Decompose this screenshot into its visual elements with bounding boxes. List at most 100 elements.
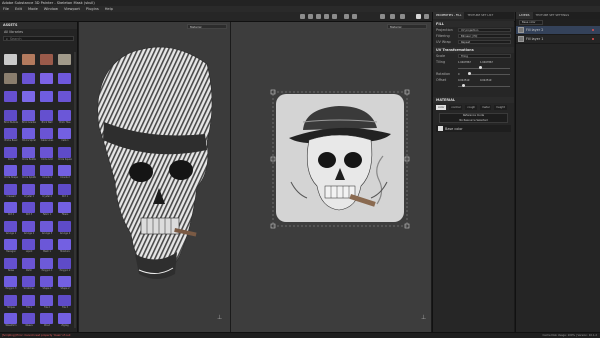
asset-tile[interactable]: Waveform xyxy=(4,313,18,328)
asset-tile[interactable]: Clouds 2 xyxy=(58,165,72,180)
asset-tile[interactable]: Grunge 4 xyxy=(58,220,72,236)
asset-tile[interactable]: Dirt 3 xyxy=(22,202,36,217)
material-row[interactable]: Base color xyxy=(436,125,511,132)
rotation-value[interactable]: 0 xyxy=(458,73,468,76)
asset-tile[interactable]: Tile 3 xyxy=(58,294,72,310)
menu-item-viewport[interactable]: Viewport xyxy=(64,7,80,11)
asset-tile[interactable]: Fabric 1 xyxy=(40,202,54,217)
asset-tile[interactable]: Clouds 1 xyxy=(40,165,54,180)
asset-tile[interactable] xyxy=(58,54,72,69)
eraser-icon[interactable] xyxy=(308,14,313,19)
channel-tab-rough[interactable]: rough xyxy=(465,105,478,110)
menu-item-window[interactable]: Window xyxy=(44,7,58,11)
asset-tile[interactable]: Cable Lines xyxy=(40,128,54,143)
select-icon[interactable] xyxy=(344,14,349,19)
picker-icon[interactable] xyxy=(352,14,357,19)
asset-tile[interactable]: Mesh 1 xyxy=(40,239,54,254)
channel-tab-color[interactable]: color xyxy=(436,105,447,110)
rotation-slider-knob[interactable] xyxy=(468,72,471,75)
asset-tile[interactable] xyxy=(22,91,36,106)
asset-tile[interactable]: Polygon 3 xyxy=(4,276,18,291)
asset-tile[interactable]: Circle Shape xyxy=(4,165,18,180)
library-selector[interactable]: All libraries xyxy=(0,29,77,35)
asset-tile[interactable]: Shape 2 xyxy=(58,276,72,291)
menu-item-file[interactable]: File xyxy=(3,7,9,11)
asset-tile[interactable] xyxy=(58,91,72,106)
offset-slider-knob[interactable] xyxy=(462,84,466,87)
asset-tile[interactable] xyxy=(22,72,36,88)
asset-tile[interactable]: Brick Tiles xyxy=(58,109,72,125)
asset-tile[interactable] xyxy=(40,72,54,88)
asset-tile[interactable]: Dirt 1 xyxy=(58,183,72,199)
view-mode-icon[interactable] xyxy=(390,14,395,19)
asset-tile[interactable]: Perlin xyxy=(22,257,36,273)
offset-v-value[interactable]: 0.022519 xyxy=(480,79,502,82)
asset-tile[interactable]: Zigzag xyxy=(58,313,72,328)
asset-tile[interactable]: Polygon 2 xyxy=(58,257,72,273)
asset-tile[interactable]: Moisture xyxy=(58,239,72,254)
asset-tile[interactable]: Circle Square xyxy=(58,146,72,162)
asset-tile[interactable]: Polygon 1 xyxy=(40,257,54,273)
layer-item[interactable]: Fill layer 1 xyxy=(516,35,600,44)
asset-tile[interactable]: Dirt 2 xyxy=(4,202,18,217)
tab-properties-fill[interactable]: PROPERTIES - FILL xyxy=(433,12,465,19)
menu-item-mode[interactable]: Mode xyxy=(28,7,38,11)
asset-tile[interactable] xyxy=(4,72,18,88)
rotation-slider[interactable] xyxy=(468,72,510,75)
status-error-message[interactable]: [Scripting] Error: Cannot read property … xyxy=(2,334,70,337)
layer-item[interactable]: Fill layer 2 xyxy=(516,26,600,35)
asset-tile[interactable]: Stripes xyxy=(4,294,18,310)
asset-tile[interactable]: Circle Bubbles xyxy=(22,146,36,162)
asset-tile[interactable] xyxy=(58,72,72,88)
asset-tile[interactable]: Fibers xyxy=(58,202,72,217)
settings-icon[interactable] xyxy=(424,14,429,19)
asset-tile[interactable]: Tile 1 xyxy=(22,294,36,310)
asset-tile[interactable]: Brick Gradient xyxy=(22,109,36,125)
asset-tile[interactable]: Shape 1 xyxy=(40,276,54,291)
asset-tile[interactable]: Crystal 2 xyxy=(40,183,54,199)
asset-tile[interactable]: Scratches xyxy=(22,276,36,291)
asset-tile[interactable]: Wood xyxy=(40,313,54,328)
menu-item-help[interactable]: Help xyxy=(105,7,113,11)
asset-tile[interactable]: Circle Splatter xyxy=(22,165,36,180)
viewport-3d[interactable]: Material ⊥ xyxy=(79,22,230,332)
asset-tile[interactable]: Grunge 2 xyxy=(22,220,36,236)
tiling-u-value[interactable]: 1.0467867 xyxy=(458,61,480,64)
asset-tile[interactable]: Circle xyxy=(4,146,18,162)
channel-blend-dropdown[interactable]: Base color xyxy=(519,20,543,25)
asset-tile[interactable]: Grunge 3 xyxy=(40,220,54,236)
tiling-slider[interactable] xyxy=(458,66,510,69)
viewport-2d[interactable]: Material ⊥ xyxy=(231,22,431,332)
asset-tile[interactable]: Bricks Basic xyxy=(4,128,18,143)
split-view-icon[interactable] xyxy=(400,14,405,19)
menu-item-plugins[interactable]: Plugins xyxy=(86,7,99,11)
brush-active-icon[interactable] xyxy=(416,14,421,19)
asset-tile[interactable]: Noise xyxy=(4,257,18,273)
camera-icon[interactable] xyxy=(380,14,385,19)
offset-slider[interactable] xyxy=(458,84,510,87)
asset-tile[interactable] xyxy=(4,91,18,106)
asset-tile[interactable] xyxy=(40,91,54,106)
asset-tile[interactable]: Bricks Spiral xyxy=(22,128,36,143)
projection-dropdown[interactable]: UV projection xyxy=(458,27,511,33)
tiling-v-value[interactable]: 1.0467867 xyxy=(480,61,502,64)
asset-tile[interactable] xyxy=(22,54,36,69)
menu-item-edit[interactable]: Edit xyxy=(15,7,22,11)
tab-layers[interactable]: LAYERS xyxy=(516,12,533,19)
asset-tile[interactable]: Grunge 1 xyxy=(4,220,18,236)
uv-wrap-dropdown[interactable]: Repeat xyxy=(458,39,511,45)
asset-tile[interactable]: Weave xyxy=(22,313,36,328)
asset-tile[interactable]: Creased xyxy=(4,183,18,199)
material-resource-slot[interactable]: Reference mode No Resource Selected xyxy=(439,113,508,123)
smudge-icon[interactable] xyxy=(332,14,337,19)
search-input[interactable]: ⌕ Search xyxy=(3,36,74,41)
asset-tile[interactable]: Tile 2 xyxy=(40,294,54,310)
asset-tile[interactable]: Crystal 1 xyxy=(22,183,36,199)
assets-scrollbar[interactable] xyxy=(74,52,76,328)
channel-tab-height[interactable]: height xyxy=(494,105,507,110)
projection-icon[interactable] xyxy=(316,14,321,19)
offset-u-value[interactable]: 0.022519 xyxy=(458,79,480,82)
asset-tile[interactable]: Brick Wall xyxy=(40,109,54,125)
filtering-dropdown[interactable]: Bilinear | HQ xyxy=(458,33,511,39)
asset-tile[interactable]: Circle Grid xyxy=(40,146,54,162)
